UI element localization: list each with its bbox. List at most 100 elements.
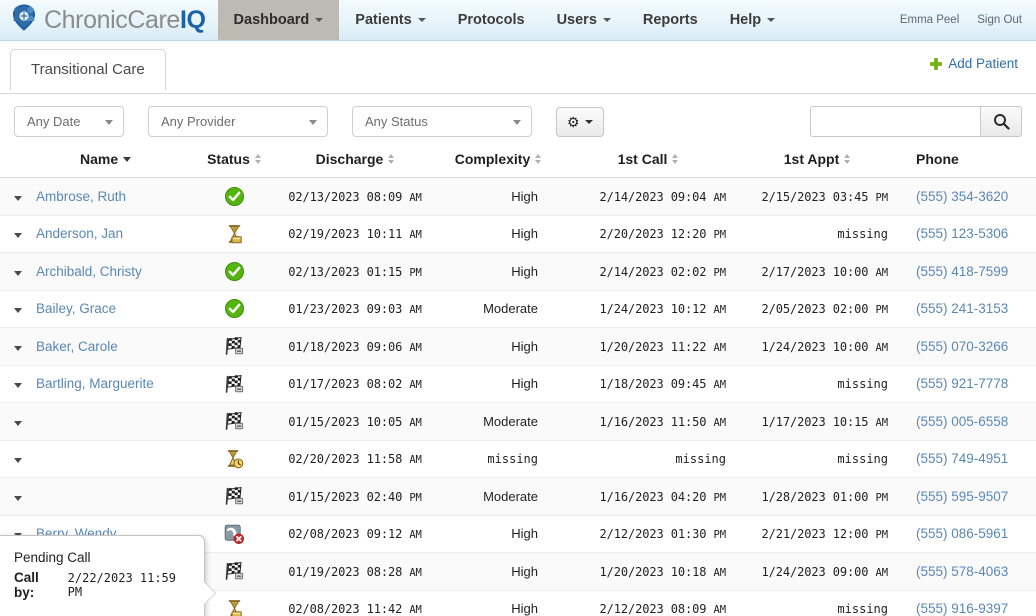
cell-name[interactable] [36, 402, 194, 441]
cell-name[interactable]: Anderson, Jan [36, 215, 194, 253]
cell-name[interactable]: Ambrose, Ruth [36, 177, 194, 216]
cell-phone[interactable]: (555) 086-5961 [898, 515, 1036, 553]
row-expander-cell[interactable] [0, 215, 36, 253]
col-discharge[interactable]: Discharge [274, 147, 436, 178]
cell-status[interactable] [194, 252, 274, 291]
patient-name-link[interactable]: Baker, Carole [36, 339, 118, 354]
phone-link[interactable]: (555) 595-9507 [916, 489, 1008, 504]
cell-status[interactable] [194, 215, 274, 253]
nav-item-users[interactable]: Users [541, 0, 627, 40]
chevron-down-icon[interactable] [14, 495, 22, 501]
phone-link[interactable]: (555) 354-3620 [916, 189, 1008, 204]
table-row[interactable]: Baker, Carole 01/18/2023 09:06 AM High 1/20… [0, 327, 1036, 366]
cell-name[interactable]: Baker, Carole [36, 327, 194, 366]
col-first-call[interactable]: 1st Call [560, 147, 736, 178]
date-filter-select[interactable]: Any Date [14, 106, 124, 137]
cell-status[interactable] [194, 327, 274, 366]
nav-item-dashboard[interactable]: Dashboard [217, 0, 340, 40]
cell-phone[interactable]: (555) 070-3266 [898, 327, 1036, 366]
search-input[interactable] [810, 106, 980, 137]
nav-item-help[interactable]: Help [714, 0, 791, 40]
table-row[interactable]: 01/15/2023 10:05 AM Moderate 1/16/2023 11:… [0, 402, 1036, 441]
row-expander-cell[interactable] [0, 327, 36, 366]
row-expander-cell[interactable] [0, 290, 36, 328]
cell-phone[interactable]: (555) 241-3153 [898, 290, 1036, 328]
chevron-down-icon[interactable] [14, 233, 22, 239]
chevron-down-icon[interactable] [14, 383, 22, 389]
chevron-down-icon[interactable] [14, 308, 22, 314]
col-first-appt[interactable]: 1st Appt [736, 147, 898, 178]
phone-link[interactable]: (555) 418-7599 [916, 264, 1008, 279]
chevron-down-icon[interactable] [14, 345, 22, 351]
patient-name-link[interactable]: Ambrose, Ruth [36, 189, 126, 204]
cell-status[interactable] [194, 477, 274, 516]
cell-name[interactable] [36, 440, 194, 478]
patient-name-link[interactable]: Bailey, Grace [36, 301, 116, 316]
tab-transitional-care[interactable]: Transitional Care [10, 49, 166, 90]
sign-out-link[interactable]: Sign Out [977, 14, 1022, 26]
row-expander-cell[interactable] [0, 402, 36, 441]
patient-name-link[interactable]: Bartling, Marguerite [36, 376, 154, 391]
cell-phone[interactable]: (555) 354-3620 [898, 177, 1036, 216]
table-row[interactable]: 02/20/2023 11:58 AM missing missing missing… [0, 440, 1036, 478]
cell-status[interactable] [194, 290, 274, 328]
table-row[interactable]: Archibald, Christy 02/13/2023 01:15 PM Hig… [0, 252, 1036, 291]
cell-phone[interactable]: (555) 749-4951 [898, 440, 1036, 478]
phone-link[interactable]: (555) 086-5961 [916, 526, 1008, 541]
patient-name-link[interactable]: Anderson, Jan [36, 226, 123, 241]
settings-menu-button[interactable]: ⚙ [556, 106, 604, 137]
cell-status[interactable] [194, 365, 274, 403]
patient-name-link[interactable]: Archibald, Christy [36, 264, 142, 279]
cell-phone[interactable]: (555) 123-5306 [898, 215, 1036, 253]
nav-item-protocols[interactable]: Protocols [442, 0, 541, 40]
current-user-name[interactable]: Emma Peel [900, 14, 959, 26]
chevron-down-icon[interactable] [14, 420, 22, 426]
table-row[interactable]: Bailey, Grace 01/23/2023 09:03 AM Moderate… [0, 290, 1036, 328]
row-expander-cell[interactable] [0, 440, 36, 478]
search-button[interactable] [980, 106, 1022, 137]
add-patient-button[interactable]: Add Patient [930, 56, 1018, 71]
table-row[interactable]: Ambrose, Ruth 02/13/2023 08:09 AM High 2/14… [0, 177, 1036, 216]
phone-link[interactable]: (555) 749-4951 [916, 451, 1008, 466]
phone-link[interactable]: (555) 578-4063 [916, 564, 1008, 579]
cell-status[interactable] [194, 515, 274, 553]
col-complexity[interactable]: Complexity [436, 147, 560, 178]
cell-name[interactable]: Bartling, Marguerite [36, 365, 194, 403]
phone-link[interactable]: (555) 123-5306 [916, 226, 1008, 241]
cell-phone[interactable]: (555) 921-7778 [898, 365, 1036, 403]
col-status[interactable]: Status [194, 147, 274, 178]
provider-filter-select[interactable]: Any Provider [148, 106, 328, 137]
row-expander-cell[interactable] [0, 252, 36, 291]
cell-phone[interactable]: (555) 578-4063 [898, 552, 1036, 591]
phone-link[interactable]: (555) 916-9397 [916, 601, 1008, 616]
row-expander-cell[interactable] [0, 365, 36, 403]
status-filter-select[interactable]: Any Status [352, 106, 532, 137]
cell-phone[interactable]: (555) 418-7599 [898, 252, 1036, 291]
cell-name[interactable]: Bailey, Grace [36, 290, 194, 328]
col-phone[interactable]: Phone [898, 147, 1036, 178]
phone-link[interactable]: (555) 070-3266 [916, 339, 1008, 354]
cell-name[interactable]: Archibald, Christy [36, 252, 194, 291]
cell-status[interactable] [194, 402, 274, 441]
col-name[interactable]: Name [36, 147, 194, 178]
cell-status[interactable] [194, 177, 274, 216]
chevron-down-icon[interactable] [14, 195, 22, 201]
phone-link[interactable]: (555) 921-7778 [916, 376, 1008, 391]
nav-item-reports[interactable]: Reports [627, 0, 714, 40]
chevron-down-icon[interactable] [14, 458, 22, 464]
phone-link[interactable]: (555) 005-6558 [916, 414, 1008, 429]
table-row[interactable]: Bartling, Marguerite 01/17/2023 08:02 AM H… [0, 365, 1036, 403]
phone-link[interactable]: (555) 241-3153 [916, 301, 1008, 316]
row-expander-cell[interactable] [0, 177, 36, 216]
nav-item-patients[interactable]: Patients [339, 0, 441, 40]
table-row[interactable]: Anderson, Jan 02/19/2023 10:11 AM High 2/20… [0, 215, 1036, 253]
chevron-down-icon[interactable] [14, 270, 22, 276]
brand-logo[interactable]: ChronicCareIQ [0, 0, 212, 40]
row-expander-cell[interactable] [0, 477, 36, 516]
cell-phone[interactable]: (555) 595-9507 [898, 477, 1036, 516]
cell-name[interactable] [36, 477, 194, 516]
cell-status[interactable] [194, 440, 274, 478]
cell-phone[interactable]: (555) 916-9397 [898, 590, 1036, 616]
table-row[interactable]: 01/15/2023 02:40 PM Moderate 1/16/2023 04:… [0, 477, 1036, 516]
cell-phone[interactable]: (555) 005-6558 [898, 402, 1036, 441]
